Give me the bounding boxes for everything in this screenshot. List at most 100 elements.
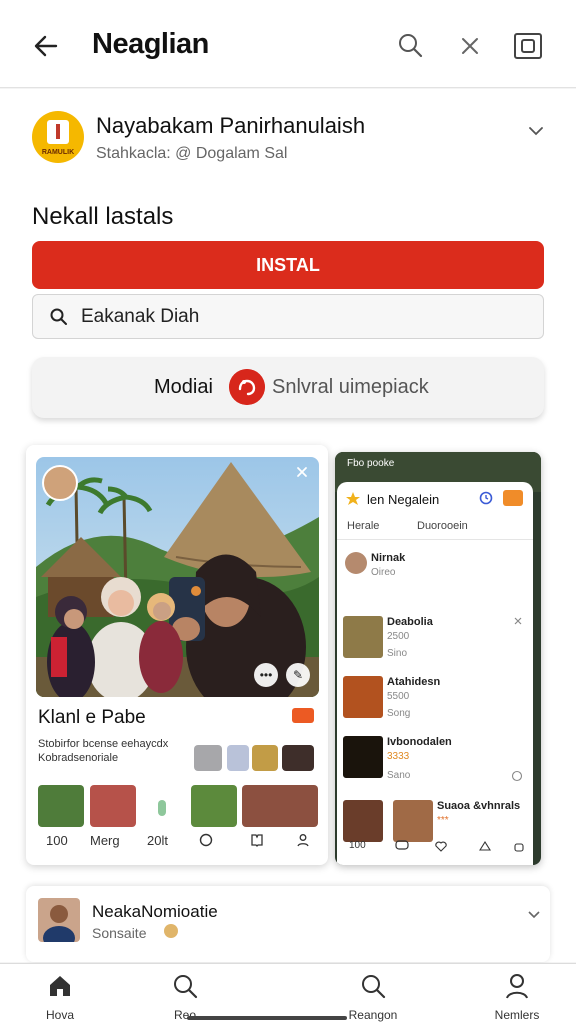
list-item-sub: 5500 <box>387 691 410 702</box>
bottom-navigation: Hova Reo Reangon Nemlers <box>0 963 576 1024</box>
mode-selector[interactable]: Modiai Snlvral uimepiack <box>32 357 544 418</box>
profile-sub: Sonsaite <box>92 925 147 941</box>
avatar <box>345 552 367 574</box>
list-item[interactable]: Suaoa &vhnrals *** <box>343 800 527 842</box>
footer-label: Merg <box>90 833 120 848</box>
preview-top-label: Fbo pooke <box>347 458 395 469</box>
star-icon <box>346 492 360 505</box>
close-icon[interactable] <box>455 31 485 61</box>
avatar <box>38 898 80 942</box>
app-header-row[interactable]: RAMULIK Nayabakam Panirhanulaish Stahkac… <box>32 109 552 169</box>
tab-herale[interactable]: Herale <box>347 520 379 532</box>
top-app-bar: Neaglian <box>0 0 576 88</box>
book-icon[interactable] <box>250 833 264 847</box>
list-item[interactable]: Atahidesn 5500 Song <box>343 676 527 728</box>
back-arrow-icon[interactable] <box>30 30 62 62</box>
more-options-icon[interactable]: ••• <box>254 663 278 687</box>
preview-sheet: len Negalein Herale Duorooein Nirnak Oir… <box>337 482 533 865</box>
card-badge <box>292 708 314 723</box>
search-icon <box>174 975 198 999</box>
footer-year: 20lt <box>147 833 168 848</box>
lock-icon[interactable] <box>513 840 525 852</box>
profile-row[interactable]: NeakaNomioatie Sonsaite <box>26 886 550 962</box>
list-item[interactable]: Ivbonodalen 3333 Sano <box>343 736 527 788</box>
gallery-thumb[interactable] <box>252 745 278 771</box>
clock-icon[interactable] <box>479 491 493 505</box>
list-item-sub: 3333 <box>387 751 410 762</box>
mode-left-label: Modiai <box>154 376 213 398</box>
section-title: Nekall lastals <box>32 203 174 230</box>
brand-icon <box>229 369 265 405</box>
feed-card[interactable]: ••• ✎ Klanl e Pabe Stobirfor bcense eeha… <box>26 445 328 865</box>
close-icon[interactable] <box>295 465 309 479</box>
list-item-title: Nirnak <box>371 552 406 564</box>
search-icon <box>50 308 67 325</box>
list-item-thumb <box>343 676 383 718</box>
nav-item-region[interactable]: Reangon <box>318 972 428 1022</box>
page-title: Neaglian <box>92 28 209 60</box>
list-item-title: Atahidesn <box>387 676 441 688</box>
list-item[interactable]: Deabolia 2500 Sino <box>343 616 527 668</box>
gallery-thumb[interactable] <box>38 785 84 827</box>
list-item-sub: Oireo <box>371 567 396 578</box>
list-item-sub2: Song <box>387 708 411 719</box>
list-item-thumb <box>343 800 383 842</box>
list-item-sub: *** <box>437 815 449 826</box>
home-icon <box>50 976 70 996</box>
list-item-thumb <box>393 800 433 842</box>
nav-item-home[interactable]: Hova <box>5 972 115 1022</box>
footer-count: 100 <box>349 840 366 851</box>
camera-icon[interactable] <box>513 31 543 61</box>
list-item-sub2: Sano <box>387 770 411 781</box>
chevron-down-icon[interactable] <box>526 121 546 141</box>
home-indicator[interactable] <box>187 1016 347 1020</box>
preview-badge[interactable] <box>503 490 523 506</box>
person-icon <box>506 974 528 999</box>
clock-icon[interactable] <box>199 833 213 847</box>
search-icon <box>362 975 386 999</box>
share-icon[interactable] <box>479 840 491 852</box>
search-input[interactable]: Eakanak Diah <box>32 294 544 339</box>
feed-photo[interactable]: ••• ✎ <box>36 457 319 697</box>
app-subtitle: Stahkacla: @ Dogalam Sal <box>96 145 288 162</box>
install-button[interactable]: INSTAL <box>32 241 544 289</box>
card-description: Stobirfor bcense eehaycdx Kobradsenorial… <box>38 737 188 765</box>
close-icon[interactable] <box>513 616 523 626</box>
list-item-title: Suaoa &vhnrals <box>437 800 521 812</box>
nav-label-members: Nemlers <box>494 1008 540 1022</box>
search-value: Eakanak Diah <box>81 306 200 327</box>
app-logo: RAMULIK <box>32 111 84 163</box>
list-item[interactable]: Nirnak Oireo <box>343 552 527 592</box>
author-avatar[interactable] <box>42 465 78 501</box>
tab-duorooein[interactable]: Duorooein <box>417 520 468 532</box>
gallery-thumb[interactable] <box>158 800 166 816</box>
gallery-thumb[interactable] <box>191 785 237 827</box>
footer-count: 100 <box>46 833 68 848</box>
card-footer: 100 Merg 20lt <box>26 833 328 857</box>
pen-icon[interactable]: ✎ <box>286 663 310 687</box>
gallery-thumb[interactable] <box>282 745 314 771</box>
person-icon[interactable] <box>296 833 310 847</box>
app-name: Nayabakam Panirhanulaish <box>96 113 366 138</box>
gallery-thumb[interactable] <box>90 785 136 827</box>
nav-label-home: Hova <box>45 1008 74 1022</box>
gallery-thumb[interactable] <box>227 745 249 771</box>
preview-title: len Negalein <box>367 492 440 507</box>
clock-icon[interactable] <box>511 770 523 782</box>
preview-footer: 100 <box>337 840 533 860</box>
search-icon[interactable] <box>396 31 426 61</box>
gallery-thumb[interactable] <box>242 785 318 827</box>
card-title: Klanl e Pabe <box>38 707 146 728</box>
gallery-thumb[interactable] <box>194 745 222 771</box>
card-description-line1: Stobirfor bcense eehaycdx <box>38 738 169 750</box>
list-item-thumb <box>343 616 383 658</box>
heart-icon[interactable] <box>435 840 447 852</box>
profile-name: NeakaNomioatie <box>92 902 218 921</box>
list-item-thumb <box>343 736 383 778</box>
chat-icon[interactable] <box>395 840 409 852</box>
nav-item-search[interactable]: Reo <box>130 972 240 1022</box>
chevron-down-icon[interactable] <box>526 906 542 922</box>
preview-card[interactable]: Fbo pooke len Negalein Herale Duorooein … <box>335 452 541 865</box>
list-item-sub: 2500 <box>387 631 410 642</box>
nav-item-members[interactable]: Nemlers <box>462 972 572 1022</box>
